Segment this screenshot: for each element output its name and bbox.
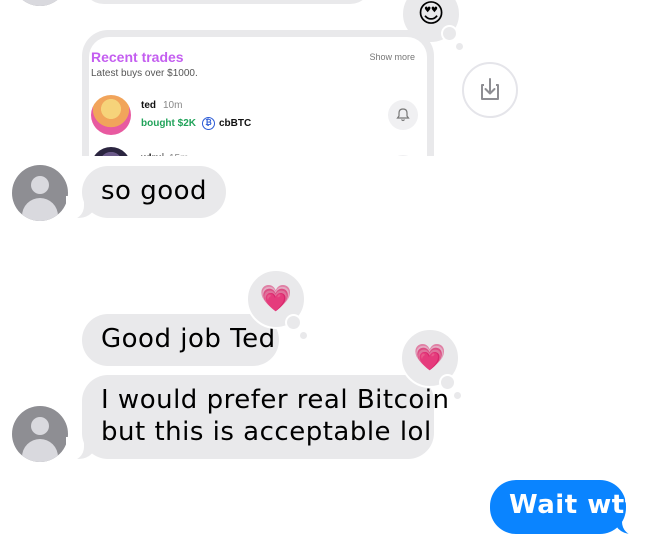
reaction-tail-dot-small [300,332,307,339]
message-bubble-partial [82,0,372,4]
trader-name: wlrui [141,153,164,156]
trade-asset: cbBTC [219,118,252,129]
heart-eyes-emoji: 😍 [417,0,445,29]
outgoing-message-bubble[interactable]: Wait wtf [490,480,636,534]
show-more-link[interactable]: Show more [369,52,415,62]
trader-avatar [91,147,131,156]
bitcoin-coin-icon: ₿ [202,117,215,130]
reaction-tail-dot-small [456,43,463,50]
card-title: Recent trades [91,49,184,65]
card-subtitle: Latest buys over $1000. [91,68,198,79]
trader-avatar [91,95,131,135]
bell-icon-button[interactable] [388,100,418,130]
share-download-icon [481,78,499,100]
message-text-line: but this is acceptable lol [101,417,432,447]
message-text: Wait wtf [509,490,637,520]
reaction-tail-dot-small [454,392,461,399]
share-button[interactable] [462,62,518,118]
pink-heart-emoji: 💗 [259,284,293,314]
trade-time: 10m [163,100,183,111]
reaction-tail-dot [285,314,302,331]
reaction-tail-dot [439,374,456,391]
reaction-tail-dot [441,25,458,42]
pink-heart-emoji: 💗 [413,343,447,373]
bell-icon [396,108,410,122]
message-text: so good [101,176,208,206]
link-preview-card[interactable]: Recent trades Latest buys over $1000. Sh… [82,30,434,156]
trader-name: ted [141,100,156,111]
trade-time: 15m [169,153,188,156]
message-bubble[interactable]: Good job Ted [82,314,279,366]
message-bubble[interactable]: so good [82,166,227,218]
bell-icon-button[interactable] [388,155,418,156]
avatar [12,165,68,221]
avatar [12,0,68,6]
message-text-line: I would prefer real Bitcoin [101,385,450,415]
message-text: Good job Ted [101,324,276,354]
avatar [12,406,68,462]
message-bubble[interactable]: I would prefer real Bitcoin but this is … [82,375,450,459]
trade-action: bought $2K [141,118,196,129]
